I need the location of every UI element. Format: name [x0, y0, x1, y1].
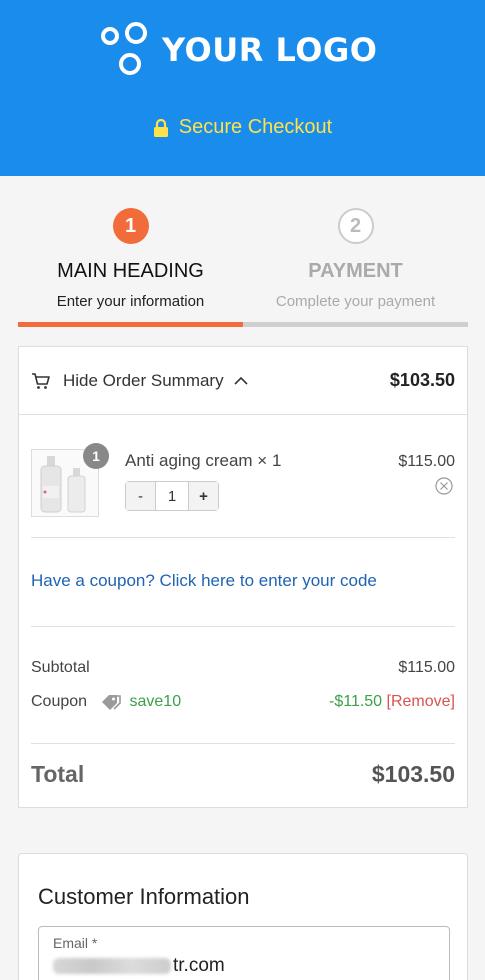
- cart-item: 1 Anti aging cream × 1 - 1 + $115.00: [31, 443, 455, 519]
- divider: [31, 743, 455, 744]
- site-header: YOUR LOGO Secure Checkout: [0, 0, 485, 176]
- step-title: PAYMENT: [308, 260, 403, 282]
- subtotal-value: $115.00: [398, 659, 455, 676]
- product-price: $115.00: [398, 453, 455, 470]
- coupon-code: save10: [129, 693, 182, 710]
- email-field[interactable]: Email * tr.com: [38, 926, 450, 980]
- section-title: Customer Information: [38, 884, 250, 909]
- toggle-label: Hide Order Summary: [63, 370, 224, 390]
- quantity-badge: 1: [83, 443, 109, 469]
- tag-icon: [101, 695, 121, 710]
- order-summary: Hide Order Summary $103.50 1 Anti aging …: [18, 346, 468, 808]
- redacted-text: [53, 958, 171, 974]
- coupon-row: Coupon save10 -$11.50 [Remove]: [31, 693, 455, 711]
- divider: [31, 626, 455, 627]
- product-name: Anti aging cream × 1: [125, 451, 282, 470]
- step-progress-inactive: [243, 322, 468, 327]
- coupon-discount: -$11.50: [329, 693, 383, 710]
- coupon-link[interactable]: Have a coupon? Click here to enter your …: [31, 571, 377, 591]
- secure-checkout-label: Secure Checkout: [178, 116, 333, 138]
- checkout-steps: 1 MAIN HEADING Enter your information 2 …: [18, 206, 468, 328]
- subtotal-label: Subtotal: [31, 659, 90, 676]
- step-number: 2: [337, 208, 374, 244]
- customer-information: Customer Information Email * tr.com: [18, 853, 468, 980]
- cart-icon: [32, 372, 50, 389]
- total-label: Total: [31, 761, 85, 787]
- order-summary-toggle[interactable]: Hide Order Summary $103.50: [19, 347, 467, 415]
- coupon-label: Coupon: [31, 693, 88, 711]
- quantity-value[interactable]: 1: [156, 482, 188, 510]
- step-subtitle: Enter your information: [56, 293, 205, 310]
- email-visible-part: tr.com: [173, 955, 225, 976]
- decrease-quantity-button[interactable]: -: [126, 482, 156, 510]
- step-progress-active: [18, 322, 243, 327]
- subtotal-row: Subtotal $115.00: [31, 659, 455, 677]
- remove-coupon-link[interactable]: [Remove]: [387, 693, 455, 710]
- step-subtitle: Complete your payment: [275, 293, 436, 310]
- total-value: $103.50: [371, 761, 455, 787]
- divider: [31, 537, 455, 538]
- logo[interactable]: YOUR LOGO: [100, 20, 377, 80]
- secure-checkout: Secure Checkout: [0, 116, 485, 139]
- quantity-stepper: - 1 +: [125, 481, 219, 511]
- step-payment[interactable]: 2 PAYMENT Complete your payment: [243, 206, 468, 310]
- logo-icon: [101, 22, 147, 75]
- summary-header-total: $103.50: [389, 370, 455, 390]
- remove-item-icon[interactable]: [435, 477, 453, 495]
- lock-icon: [153, 118, 168, 137]
- total-row: Total $103.50: [31, 761, 455, 788]
- email-label: Email *: [53, 935, 98, 951]
- step-number: 1: [112, 208, 149, 244]
- email-value[interactable]: tr.com: [53, 955, 225, 977]
- step-info[interactable]: 1 MAIN HEADING Enter your information: [18, 206, 243, 310]
- logo-text: YOUR LOGO: [162, 31, 378, 69]
- coupon-tag: save10: [100, 693, 182, 711]
- step-title: MAIN HEADING: [57, 260, 204, 282]
- increase-quantity-button[interactable]: +: [188, 482, 218, 510]
- chevron-up-icon: [234, 376, 248, 385]
